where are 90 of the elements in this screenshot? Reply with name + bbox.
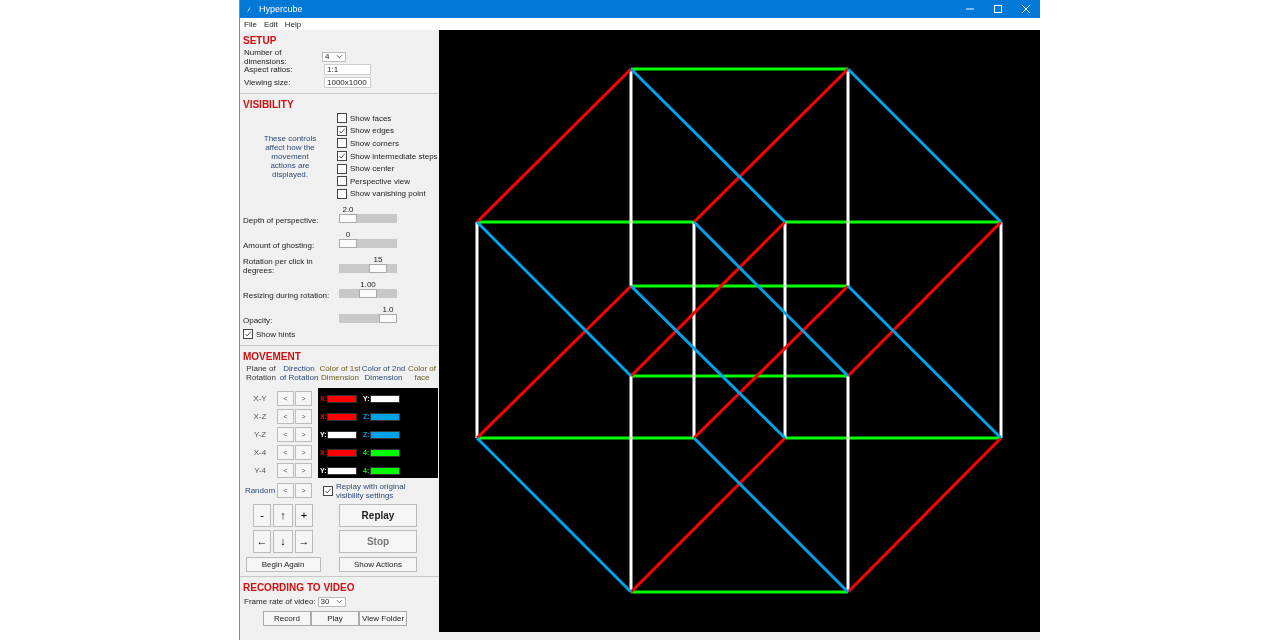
checkbox-label[interactable]: Show intermediate steps	[350, 151, 438, 161]
slider-label: Amount of ghosting:	[243, 241, 316, 251]
nav-button[interactable]: ↓	[273, 529, 293, 553]
nav-button[interactable]: →	[295, 529, 313, 553]
slider-track[interactable]	[339, 264, 397, 274]
column-header: Color of 2nd Dimension	[361, 363, 406, 382]
slider-label: Depth of perspective:	[243, 216, 320, 226]
field-label: Number of dimensions:	[244, 47, 288, 66]
menu-item[interactable]: File	[244, 19, 257, 29]
slider-reading: 0	[345, 230, 351, 240]
slider-label: Resizing during rotation:	[243, 291, 331, 301]
slider-label: Opacity:	[243, 316, 274, 326]
dropdown[interactable]: 30	[317, 596, 346, 607]
checkbox[interactable]	[337, 176, 347, 187]
color-swatch[interactable]	[370, 412, 400, 421]
plane-label: X-4	[252, 448, 268, 458]
column-header: Color of face	[407, 363, 437, 382]
slider-track[interactable]	[339, 214, 397, 224]
hint-text: These controls affect how the movement actions are displayed.	[262, 133, 318, 179]
slider-track[interactable]	[339, 289, 397, 299]
checkbox[interactable]	[243, 329, 253, 340]
section-heading: MOVEMENT	[243, 350, 301, 362]
plane-label: X-Y	[252, 394, 268, 404]
color-swatch[interactable]	[327, 412, 357, 421]
record-toolbar-button[interactable]: Record	[263, 610, 311, 626]
checkbox-label[interactable]: Replay with original visibility settings	[336, 481, 406, 500]
color-swatch[interactable]	[327, 394, 357, 403]
slider-label: Rotation per click in degrees:	[243, 257, 314, 276]
checkbox-label[interactable]: Perspective view	[350, 176, 411, 186]
begin-again-button[interactable]: Begin Again	[245, 556, 321, 572]
color-swatch[interactable]	[370, 430, 400, 439]
chevron-icon	[336, 54, 343, 59]
slider-track[interactable]	[339, 239, 397, 249]
menu-item[interactable]: Edit	[263, 19, 278, 29]
nav-button[interactable]: ↑	[273, 503, 293, 527]
nav-button[interactable]: ←	[253, 529, 271, 553]
plane-label: Y-Z	[252, 430, 268, 440]
menu-item[interactable]: Help	[284, 19, 302, 29]
slider-reading: 1.0	[382, 305, 394, 315]
slider-thumb[interactable]	[339, 214, 357, 224]
record-toolbar-button[interactable]: Play	[311, 610, 359, 626]
checkbox[interactable]	[337, 125, 347, 136]
column-header: Plane of Rotation	[245, 363, 277, 382]
checkbox[interactable]	[337, 113, 347, 124]
replay-button[interactable]: Replay	[339, 503, 417, 527]
color-swatch[interactable]	[327, 448, 357, 457]
chevron-icon	[335, 599, 343, 605]
field-label: Viewing size:	[244, 78, 292, 87]
field-label: Frame rate of video:	[244, 597, 316, 607]
checkbox[interactable]	[337, 188, 347, 199]
section-heading: VISIBILITY	[243, 99, 294, 110]
column-header: Direction of Rotation	[279, 363, 319, 382]
slider-reading: 1.00	[360, 280, 376, 290]
checkbox[interactable]	[337, 151, 347, 162]
section-heading: RECORDING TO VIDEO	[243, 581, 355, 593]
color-swatch[interactable]	[327, 430, 357, 439]
color-swatch[interactable]	[370, 448, 400, 457]
checkbox-label[interactable]: Show faces	[350, 113, 392, 123]
checkbox-label[interactable]: Show hints	[256, 329, 296, 339]
plane-label: Y-4	[253, 466, 267, 476]
color-swatch[interactable]	[327, 466, 357, 475]
color-swatch[interactable]	[370, 394, 400, 403]
checkbox-label[interactable]: Show edges	[350, 126, 395, 136]
input-field[interactable]: 1000x1000	[324, 77, 371, 88]
checkbox[interactable]	[323, 485, 333, 496]
plane-label: X-Z	[252, 412, 268, 422]
slider-reading: 15	[373, 255, 383, 265]
slider-thumb[interactable]	[369, 264, 387, 274]
slider-thumb[interactable]	[359, 289, 377, 299]
random-label: Random	[243, 486, 277, 496]
record-toolbar-button[interactable]: View Folder	[359, 610, 407, 626]
slider-thumb[interactable]	[339, 239, 357, 249]
color-swatch[interactable]	[370, 466, 400, 475]
nav-button[interactable]: +	[295, 503, 313, 527]
checkbox[interactable]	[337, 163, 347, 174]
column-header: Color of 1st Dimension	[319, 363, 361, 382]
checkbox-label[interactable]: Show vanishing point	[350, 189, 426, 199]
input-field[interactable]: 1:1	[324, 64, 371, 75]
section-heading: SETUP	[243, 35, 277, 46]
checkbox[interactable]	[337, 138, 347, 149]
show-actions-button[interactable]: Show Actions	[339, 556, 417, 572]
slider-thumb[interactable]	[379, 314, 397, 324]
checkbox-label[interactable]: Show corners	[350, 139, 399, 148]
checkbox-label[interactable]: Show center	[350, 164, 395, 174]
dropdown[interactable]: 4	[322, 51, 346, 62]
slider-reading: 2.0	[342, 205, 354, 215]
window-title: Hypercube	[259, 4, 303, 14]
nav-button[interactable]: -	[253, 503, 271, 527]
slider-track[interactable]	[339, 314, 397, 324]
field-label: Aspect ratios:	[244, 65, 294, 74]
